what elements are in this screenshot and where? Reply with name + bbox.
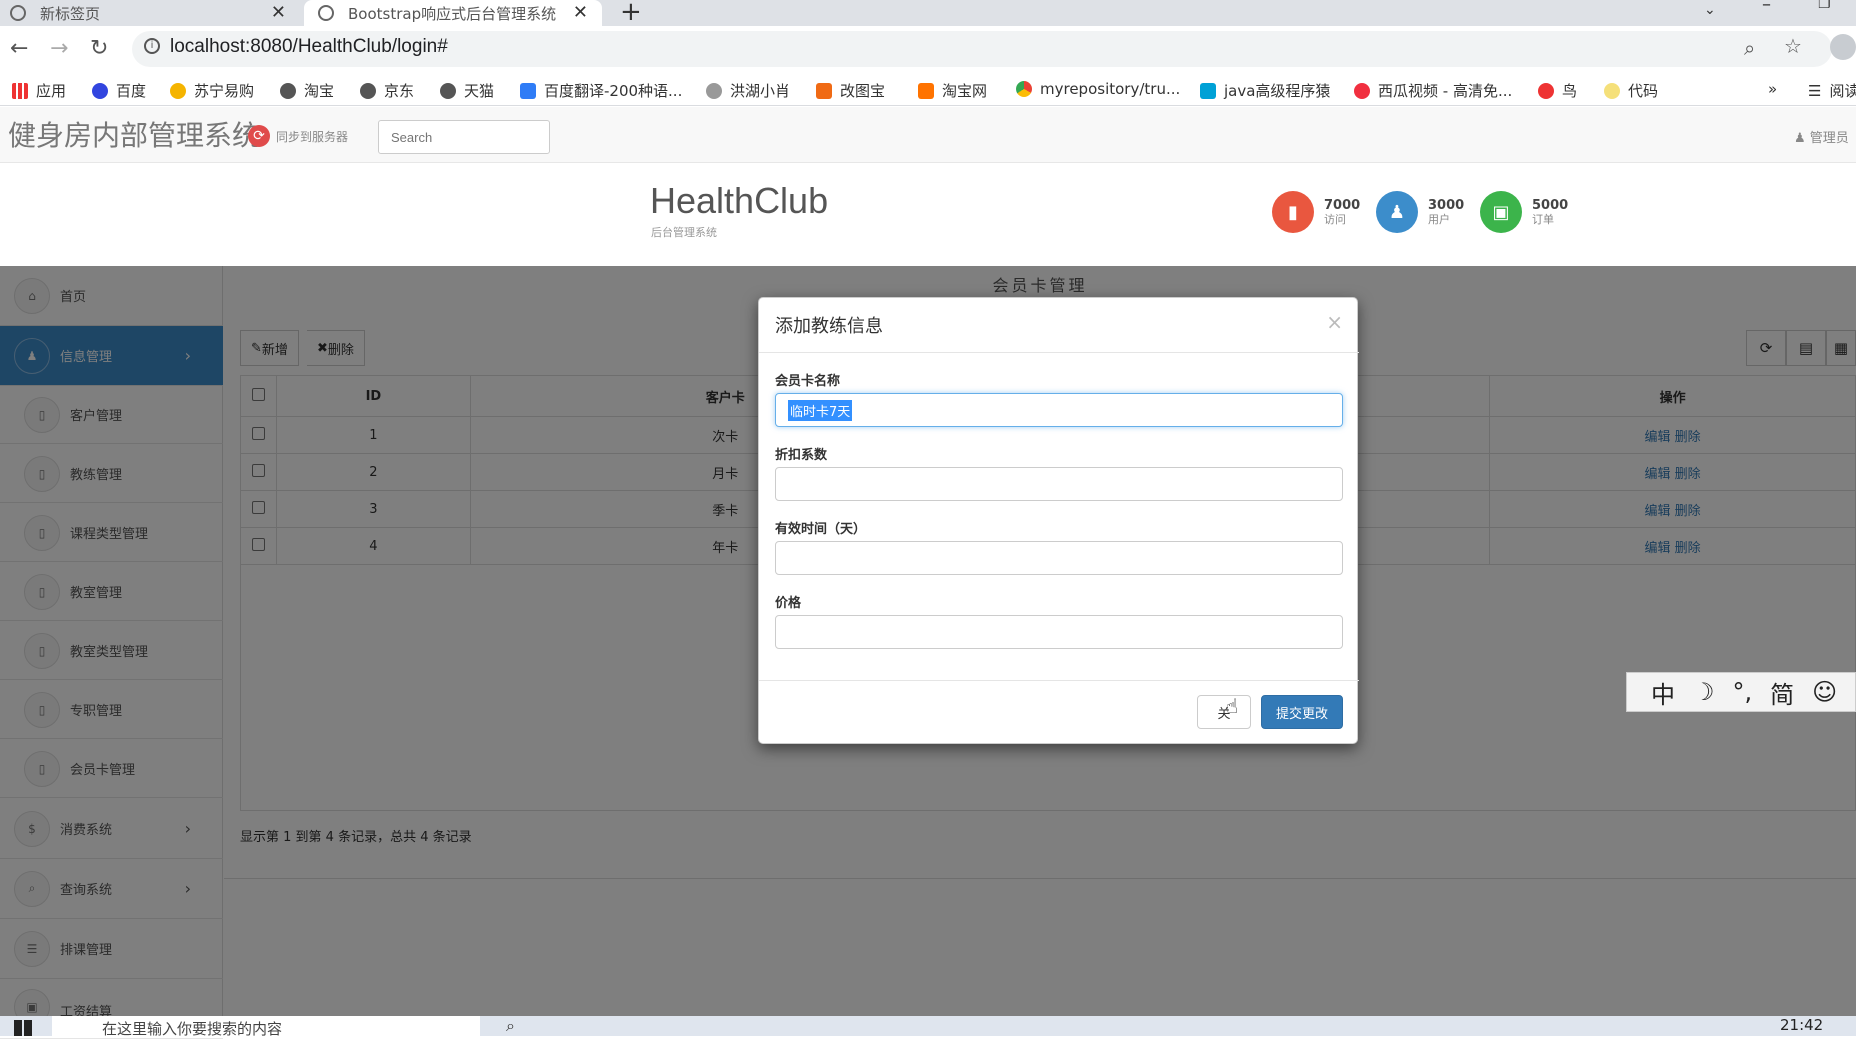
bookmark-jd[interactable]: 京东 [360,80,414,101]
bookmark-fanyi[interactable]: 百度翻译-200种语... [520,80,682,101]
bookmarks-more-icon[interactable]: » [1768,80,1777,98]
modal-close-icon[interactable]: × [1326,310,1343,334]
minimize-icon[interactable]: – [1762,0,1771,15]
add-coach-modal: 添加教练信息 × 会员卡名称 临时卡7天 折扣系数 有效时间（天） 价格 关 提… [758,297,1359,744]
money-icon: ▣ [1480,191,1522,233]
mouse-cursor-icon: ☝ [1226,694,1239,718]
emoji-icon[interactable]: ☺ [1812,678,1837,706]
logo-title: HealthClub [650,180,829,221]
bookmark-gaitubao[interactable]: 改图宝 [816,80,885,101]
bookmark-taobaowang[interactable]: 淘宝网 [918,80,987,101]
taobao-icon [918,82,934,99]
browser-tab-newtab[interactable]: 新标签页 ✕ [10,0,300,26]
bookmark-tmall[interactable]: 天猫 [440,80,494,101]
tab-close-icon[interactable]: ✕ [573,2,588,23]
valid-days-input[interactable] [775,541,1343,575]
stat-visits: ▮ 7000 访问 [1272,191,1360,233]
forward-icon[interactable]: → [50,36,68,61]
bookmark-niao[interactable]: 鸟 [1538,80,1577,101]
taskbar-search-input[interactable]: 在这里输入你要搜索的内容 [52,1016,480,1036]
tab-close-icon[interactable]: ✕ [271,2,286,23]
new-tab-icon[interactable]: + [620,0,642,27]
price-input[interactable] [775,615,1343,649]
bookmark-apps[interactable]: 应用 [12,80,66,101]
stat-users: ♟ 3000 用户 [1376,191,1464,233]
gaitubao-icon [816,82,832,99]
card-name-input[interactable]: 临时卡7天 [775,393,1343,427]
browser-tab-active[interactable]: Bootstrap响应式后台管理系统 ✕ [304,0,602,26]
site-info-icon[interactable]: i [144,38,160,54]
bookmark-baidu[interactable]: 百度 [92,80,146,101]
suning-icon [170,82,186,99]
globe-icon [440,82,456,99]
ime-toolbar[interactable]: 中 ☽ °, 简 ☺ [1626,672,1856,712]
windows-start-icon[interactable] [14,1020,32,1036]
signal-icon: ▮ [1272,191,1314,233]
bookmark-honghu[interactable]: 洪湖小肖 [706,80,790,101]
close-button[interactable]: 关 [1197,695,1251,729]
baidu-icon [92,82,108,99]
refresh-icon: ⟳ [248,125,270,147]
field-label-price: 价格 [775,596,802,611]
discount-input[interactable] [775,467,1343,501]
code-icon [1604,82,1620,99]
apps-grid-icon [12,82,28,99]
field-label-discount: 折扣系数 [775,448,828,463]
logo-subtitle: 后台管理系统 [651,226,717,239]
sync-button[interactable]: ⟳ 同步到服务器 [248,125,348,147]
tab-search-icon[interactable]: ⌄ [1704,2,1716,18]
app-brand[interactable]: 健身房内部管理系统 [8,114,260,154]
bookmark-daima[interactable]: 代码 [1604,80,1658,101]
bookmark-myrepository[interactable]: myrepository/tru... [1016,80,1180,98]
bookmark-xigua[interactable]: 西瓜视频 - 高清免... [1354,80,1512,101]
chrome-icon [1016,81,1032,97]
profile-avatar[interactable] [1830,34,1856,60]
bird-icon [1538,82,1554,99]
ime-chinese-toggle[interactable]: 中 [1651,675,1675,710]
back-icon[interactable]: ← [10,36,28,61]
bookmark-java[interactable]: java高级程序猿 [1200,80,1330,101]
search-input[interactable] [378,120,550,154]
modal-header-divider [759,352,1359,353]
bird-icon [706,82,722,99]
user-menu[interactable]: ♟ 管理员 [1794,127,1849,146]
bilibili-icon [1200,82,1216,99]
bookmark-taobao[interactable]: 淘宝 [280,80,334,101]
tab-favicon-icon [318,5,334,21]
field-label-valid-days: 有效时间（天） [775,522,867,537]
zoom-icon[interactable]: ⌕ [1744,36,1755,60]
bookmark-star-icon[interactable]: ☆ [1784,34,1802,58]
url-text[interactable]: localhost:8080/HealthClub/login# [170,36,448,58]
submit-button[interactable]: 提交更改 [1261,695,1343,729]
stat-orders: ▣ 5000 订单 [1480,191,1568,233]
logo-header [0,164,1856,266]
reading-list-icon: ☰ [1808,81,1822,100]
bookmark-suning[interactable]: 苏宁易购 [170,80,254,101]
maximize-icon[interactable]: ❐ [1818,0,1831,12]
moon-icon[interactable]: ☽ [1693,678,1715,706]
tab-favicon-icon [10,5,26,21]
simplified-toggle[interactable]: 简 [1770,675,1794,710]
translate-icon [520,82,536,99]
globe-icon [360,82,376,99]
search-icon[interactable]: ⌕ [506,1016,515,1036]
globe-icon [280,82,296,99]
user-icon: ♟ [1376,191,1418,233]
xigua-icon [1354,82,1370,99]
field-label-card-name: 会员卡名称 [775,374,841,389]
modal-footer-divider [759,680,1359,681]
bookmark-reading[interactable]: ☰ 阅读 [1808,80,1856,101]
user-icon: ♟ [1794,131,1810,146]
punctuation-toggle[interactable]: °, [1733,678,1753,706]
reload-icon[interactable]: ↻ [90,36,108,61]
taskbar-clock[interactable]: 21:42 [1780,1016,1823,1034]
modal-title: 添加教练信息 [775,316,883,337]
